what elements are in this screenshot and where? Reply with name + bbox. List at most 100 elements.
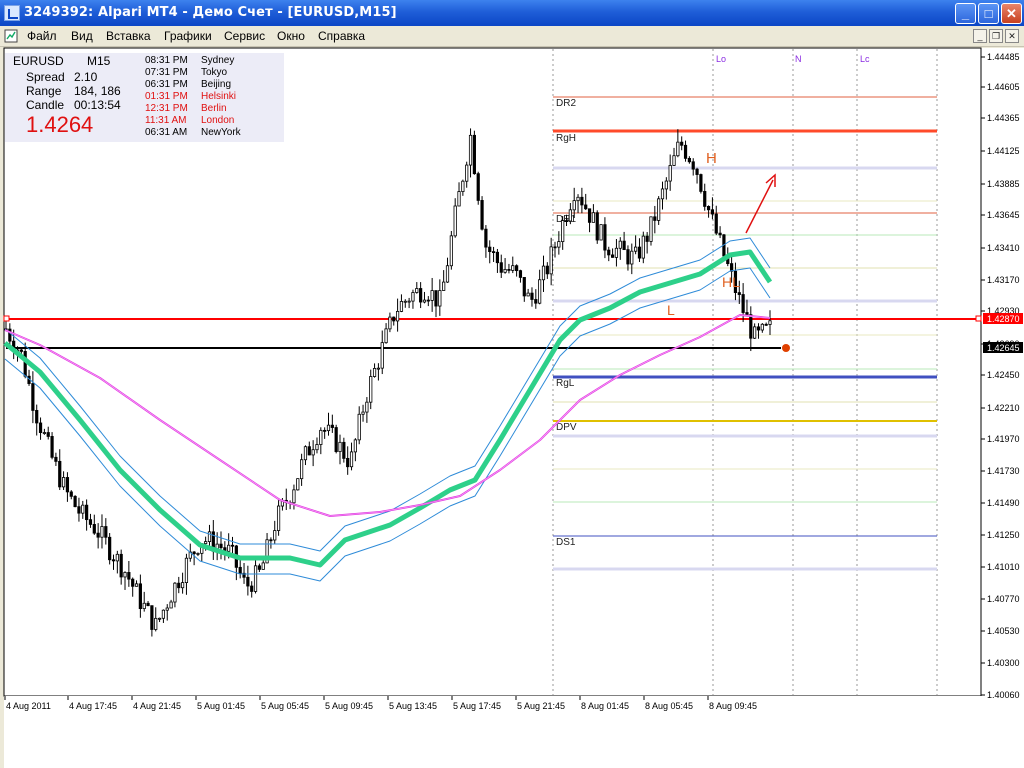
menu-help[interactable]: Справка bbox=[318, 29, 365, 43]
candle-body bbox=[664, 180, 668, 190]
line-handle bbox=[975, 315, 982, 322]
minimize-button[interactable]: _ bbox=[955, 3, 976, 24]
mdi-close-button[interactable]: ✕ bbox=[1005, 29, 1019, 43]
candle-timer: 00:13:54 bbox=[74, 98, 121, 112]
candle-body bbox=[65, 477, 70, 493]
range-label: Range bbox=[26, 84, 62, 98]
candle-body bbox=[261, 562, 265, 570]
candle-body bbox=[687, 157, 691, 163]
x-axis-label: 5 Aug 13:45 bbox=[389, 701, 437, 711]
candle-body bbox=[19, 349, 23, 352]
candle-body bbox=[434, 290, 438, 307]
candle-body bbox=[119, 553, 123, 578]
menu-tools[interactable]: Сервис bbox=[224, 29, 265, 43]
window-title: 3249392: Alpari MT4 - Демо Счет - [EURUS… bbox=[24, 5, 397, 20]
candle-body bbox=[610, 254, 615, 258]
candle-body bbox=[330, 424, 334, 428]
pattern-label-l: L bbox=[667, 302, 675, 318]
candle-body bbox=[361, 411, 365, 415]
candle-body bbox=[472, 134, 476, 175]
candle-body bbox=[599, 224, 603, 241]
candle-body bbox=[73, 495, 77, 508]
candle-body bbox=[246, 576, 250, 587]
candle-body bbox=[438, 290, 442, 307]
candle-body bbox=[407, 300, 411, 303]
candle-body bbox=[81, 504, 85, 514]
session-time: 11:31 AM bbox=[145, 115, 187, 126]
candle-body bbox=[457, 191, 461, 207]
candle-body bbox=[699, 174, 703, 192]
candle-body bbox=[741, 294, 745, 313]
session-label: N bbox=[795, 54, 802, 64]
candle-body bbox=[376, 367, 381, 370]
candle-body bbox=[561, 220, 565, 242]
pivot-level-label: RgH bbox=[556, 133, 576, 144]
candle-body bbox=[227, 544, 231, 552]
candle-body bbox=[230, 544, 235, 547]
info-panel: EURUSD M15 Spread 2.10 Range 184, 186 Ca… bbox=[5, 53, 284, 142]
candle-body bbox=[273, 530, 277, 541]
y-axis-label: 1.44365 bbox=[987, 113, 1020, 123]
candle-body bbox=[749, 314, 753, 339]
candle-body bbox=[384, 328, 388, 344]
candle-body bbox=[253, 565, 258, 592]
mdi-minimize-button[interactable]: _ bbox=[973, 29, 987, 43]
y-axis-label: 1.43885 bbox=[987, 179, 1020, 189]
y-axis-label: 1.40770 bbox=[987, 594, 1020, 604]
candle-body bbox=[511, 265, 515, 271]
app-icon bbox=[4, 5, 20, 21]
candle-body bbox=[453, 205, 457, 237]
session-label: Lc bbox=[860, 54, 870, 64]
candle-body bbox=[35, 410, 39, 424]
candle-body bbox=[584, 204, 588, 210]
menu-charts[interactable]: Графики bbox=[164, 29, 212, 43]
candle-body bbox=[69, 491, 73, 497]
pattern-label-h: H bbox=[706, 150, 717, 167]
candle-body bbox=[530, 292, 534, 300]
close-button[interactable]: ✕ bbox=[1001, 3, 1022, 24]
x-axis-label: 5 Aug 01:45 bbox=[197, 701, 245, 711]
level-price-text: 1.42870 bbox=[987, 314, 1020, 324]
session-city: Berlin bbox=[201, 103, 227, 114]
candle-body bbox=[38, 422, 43, 433]
mdi-restore-button[interactable]: ❐ bbox=[989, 29, 1003, 43]
candle-body bbox=[526, 292, 530, 297]
candle-body bbox=[353, 439, 357, 453]
candle-body bbox=[764, 323, 768, 326]
candle-body bbox=[714, 213, 718, 234]
chart-window-icon[interactable] bbox=[4, 29, 18, 43]
candle-body bbox=[403, 300, 407, 303]
price-chart[interactable]: Lo N Lc DR2RgHDR1RgLDPVDS1 HLHL 1.444851.4… bbox=[0, 47, 1024, 768]
candle-body bbox=[388, 316, 392, 330]
session-city: Helsinki bbox=[201, 91, 237, 102]
y-axis-label: 1.43645 bbox=[987, 210, 1020, 220]
candle-body bbox=[760, 323, 764, 331]
candle-body bbox=[572, 200, 576, 211]
menu-bar: Файл Вид Вставка Графики Сервис Окно Спр… bbox=[0, 26, 1024, 47]
menu-window[interactable]: Окно bbox=[277, 29, 305, 43]
candle-body bbox=[549, 246, 553, 275]
candle-body bbox=[488, 246, 492, 253]
candle-body bbox=[468, 134, 473, 166]
candle-body bbox=[503, 268, 507, 273]
candle-body bbox=[31, 383, 35, 411]
x-axis-label: 4 Aug 2011 bbox=[6, 701, 51, 711]
candle-body bbox=[342, 441, 346, 459]
maximize-button[interactable]: □ bbox=[978, 3, 999, 24]
candle-body bbox=[395, 311, 400, 322]
candle-body bbox=[637, 246, 642, 259]
candle-body bbox=[380, 342, 384, 369]
candle-body bbox=[672, 155, 676, 166]
x-axis-label: 5 Aug 21:45 bbox=[517, 701, 565, 711]
candle-body bbox=[346, 457, 350, 468]
candle-body bbox=[108, 536, 112, 561]
menu-view[interactable]: Вид bbox=[71, 29, 93, 43]
menu-file[interactable]: Файл bbox=[27, 29, 57, 43]
candle-body bbox=[173, 582, 177, 603]
candle-body bbox=[568, 209, 572, 222]
candle-body bbox=[680, 141, 684, 146]
candle-body bbox=[184, 557, 189, 583]
menu-insert[interactable]: Вставка bbox=[106, 29, 151, 43]
candle-body bbox=[415, 288, 419, 293]
candle-body bbox=[703, 191, 707, 207]
